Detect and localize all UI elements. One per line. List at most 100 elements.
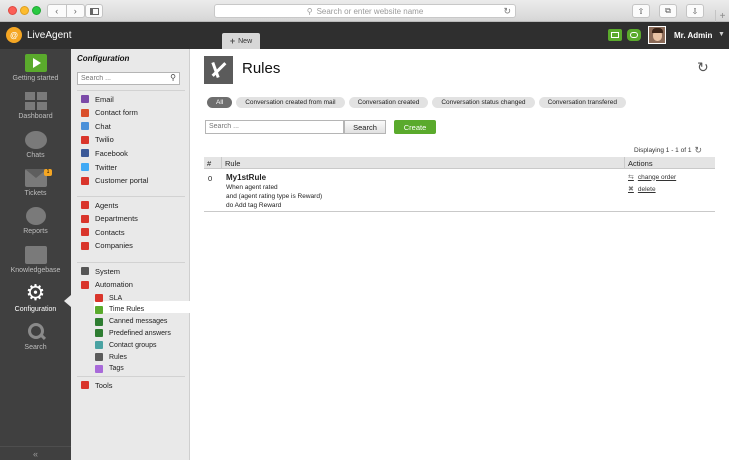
column-header-actions: Actions — [628, 159, 653, 168]
reload-icon[interactable]: ↻ — [503, 6, 511, 17]
config-item-chat[interactable]: Chat — [81, 120, 111, 132]
config-item-contact-form[interactable]: Contact form — [81, 107, 138, 119]
search-button[interactable]: Search — [344, 120, 386, 134]
create-button[interactable]: Create — [394, 120, 436, 134]
config-item-label: Canned messages — [109, 318, 168, 326]
rule-action: do Add tag Reward — [226, 202, 282, 209]
nav-getting-started[interactable]: Getting started — [0, 54, 71, 82]
config-title: Configuration — [77, 54, 130, 63]
config-item-customer-portal[interactable]: Customer portal — [81, 175, 148, 187]
change-order-label: change order — [637, 173, 677, 181]
column-divider — [624, 157, 625, 169]
filter-status-changed[interactable]: Conversation status changed — [432, 97, 535, 108]
config-item-canned-messages[interactable]: Canned messages — [95, 316, 167, 328]
close-window-button[interactable] — [8, 6, 17, 15]
user-name[interactable]: Mr. Admin — [674, 31, 712, 40]
dashboard-icon — [24, 92, 47, 110]
forward-icon[interactable]: › — [65, 5, 85, 17]
config-item-tags[interactable]: Tags — [95, 363, 124, 375]
config-item-label: Contacts — [95, 227, 125, 237]
back-icon[interactable]: ‹ — [48, 5, 66, 17]
rule-name[interactable]: My1stRule — [226, 173, 266, 182]
new-tab-button[interactable]: + New — [222, 33, 260, 49]
config-item-label: Twitter — [95, 162, 118, 172]
config-item-companies[interactable]: Companies — [81, 240, 133, 252]
rule-type-filters: All Conversation created from mail Conve… — [207, 97, 630, 108]
config-item-contact-groups[interactable]: Contact groups — [95, 339, 156, 351]
share-icon[interactable]: ⇧ — [632, 4, 650, 18]
refresh-icon[interactable]: ↻ — [697, 59, 709, 76]
filter-transfered[interactable]: Conversation transfered — [538, 97, 626, 108]
brand-logo[interactable]: @ LiveAgent — [6, 27, 71, 43]
table-row: 0 My1stRule When agent rated and (agent … — [204, 170, 715, 212]
nav-configuration[interactable]: Configuration — [0, 280, 71, 313]
gear-icon — [25, 280, 47, 306]
collapse-nav-icon[interactable]: « — [0, 446, 71, 460]
nav-search[interactable]: Search — [0, 323, 71, 351]
filter-all[interactable]: All — [207, 97, 233, 108]
config-item-label: Time Rules — [109, 306, 145, 314]
sidebar-toggle-icon[interactable] — [85, 4, 103, 18]
address-bar[interactable]: ⚲ Search or enter website name ↻ — [214, 4, 516, 18]
config-item-time-rules[interactable]: Time Rules — [95, 304, 144, 316]
email-status-icon[interactable] — [608, 29, 622, 41]
config-item-system[interactable]: System — [81, 265, 120, 277]
tools-icon — [81, 381, 89, 389]
minimize-window-button[interactable] — [20, 6, 29, 15]
tabs-overview-icon[interactable]: ⧉ — [659, 4, 677, 18]
refresh-icon[interactable]: ↻ — [694, 145, 702, 156]
chat-status-icon[interactable] — [627, 29, 641, 41]
avatar[interactable] — [648, 26, 666, 44]
nav-label: Search — [24, 344, 47, 351]
new-browser-tab-icon[interactable]: + — [715, 10, 729, 22]
config-item-contacts[interactable]: Contacts — [81, 226, 125, 238]
config-item-rules[interactable]: Rules — [95, 351, 127, 363]
search-icon[interactable]: ⚲ — [170, 73, 176, 82]
divider — [77, 196, 185, 197]
nav-knowledgebase[interactable]: Knowledgebase — [0, 246, 71, 274]
twilio-icon — [81, 135, 89, 144]
rules-search-input[interactable] — [206, 121, 336, 132]
address-placeholder: Search or enter website name — [316, 6, 424, 16]
divider — [77, 262, 185, 263]
book-icon — [24, 246, 47, 264]
config-item-predefined-answers[interactable]: Predefined answers — [95, 327, 171, 339]
rules-icon — [204, 56, 233, 84]
nav-reports[interactable]: Reports — [0, 207, 71, 235]
zoom-window-button[interactable] — [32, 6, 41, 15]
config-item-tools[interactable]: Tools — [81, 379, 113, 391]
contact-form-icon — [81, 108, 89, 117]
page-title: Rules — [242, 60, 281, 77]
companies-icon — [81, 241, 89, 250]
delete-link[interactable]: ✖ delete — [628, 185, 656, 194]
config-item-automation[interactable]: Automation — [81, 279, 133, 291]
nav-tickets[interactable]: 1 Tickets — [0, 169, 71, 197]
search-icon — [25, 323, 47, 341]
config-item-sla[interactable]: SLA — [95, 292, 122, 304]
filter-created-from-mail[interactable]: Conversation created from mail — [236, 97, 345, 108]
config-item-label: Twilio — [95, 135, 114, 145]
nav-label: Dashboard — [18, 113, 53, 120]
config-item-label: Contact groups — [109, 341, 157, 349]
config-item-departments[interactable]: Departments — [81, 213, 138, 225]
config-item-label: Predefined answers — [109, 329, 171, 337]
new-tab-label: New — [238, 37, 253, 45]
config-item-facebook[interactable]: Facebook — [81, 147, 128, 159]
filter-created[interactable]: Conversation created — [348, 97, 429, 108]
divider — [77, 376, 185, 377]
nav-dashboard[interactable]: Dashboard — [0, 92, 71, 120]
downloads-icon[interactable]: ⇩ — [686, 4, 704, 18]
browser-toolbar: ‹ › ⚲ Search or enter website name ↻ ⇧ ⧉… — [0, 0, 729, 22]
chevron-down-icon[interactable]: ▼ — [718, 31, 725, 38]
config-item-agents[interactable]: Agents — [81, 199, 118, 211]
config-item-twitter[interactable]: Twitter — [81, 161, 117, 173]
config-item-label: Email — [95, 94, 114, 104]
twitter-icon — [81, 163, 89, 171]
config-item-email[interactable]: Email — [81, 93, 114, 105]
predefined-answers-icon — [95, 329, 103, 338]
config-item-twilio[interactable]: Twilio — [81, 134, 114, 146]
nav-chats[interactable]: Chats — [0, 131, 71, 159]
pie-chart-icon — [25, 207, 46, 225]
change-order-link[interactable]: ⇆ change order — [628, 173, 677, 182]
config-search-input[interactable] — [78, 75, 164, 82]
